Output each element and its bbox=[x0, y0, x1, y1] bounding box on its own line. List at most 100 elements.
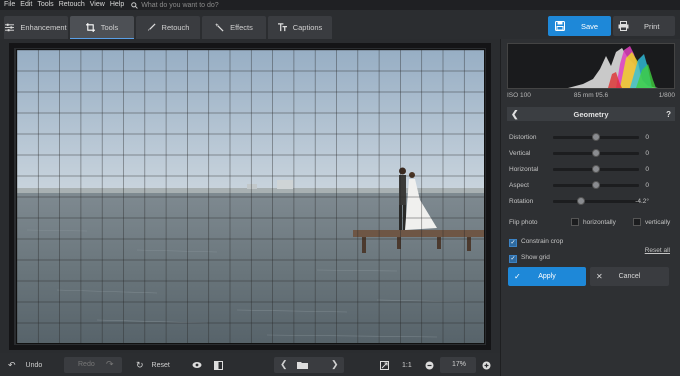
save-button[interactable]: Save bbox=[548, 16, 611, 36]
slider-value: 0 bbox=[645, 149, 649, 157]
zoom-value: 17% bbox=[452, 361, 467, 368]
reset-button[interactable]: ↻ Reset bbox=[136, 358, 170, 372]
menu-tools[interactable]: Tools bbox=[37, 0, 53, 10]
flip-horizontal-checkbox[interactable] bbox=[571, 218, 579, 226]
slider-distortion: Distortion 0 bbox=[509, 131, 673, 143]
histogram-info: ISO 100 85 mm f/5.6 1/800 bbox=[507, 92, 675, 99]
geometry-header: ❮ Geometry ? bbox=[507, 107, 675, 121]
tab-enhancement[interactable]: Enhancement bbox=[4, 16, 68, 39]
print-button[interactable]: Print bbox=[613, 16, 675, 36]
reset-label: Reset bbox=[151, 361, 170, 369]
eye-icon bbox=[192, 362, 202, 368]
slider-knob[interactable] bbox=[592, 181, 600, 189]
tab-captions[interactable]: Captions bbox=[268, 16, 332, 39]
cancel-button[interactable]: ✕ Cancel bbox=[590, 267, 669, 286]
slider-label: Vertical bbox=[509, 149, 531, 157]
previous-icon[interactable]: ❮ bbox=[280, 359, 288, 370]
slider-label: Horizontal bbox=[509, 165, 539, 173]
zoom-value-box[interactable]: 17% bbox=[440, 357, 476, 373]
fit-screen-icon bbox=[380, 360, 389, 370]
fit-to-screen-button[interactable] bbox=[380, 358, 389, 372]
apply-button[interactable]: ✓ Apply bbox=[508, 267, 586, 286]
zoom-1to1-label: 1:1 bbox=[402, 361, 412, 369]
flip-photo-row: Flip photo horizontally vertically bbox=[509, 216, 675, 228]
apply-button-label: Apply bbox=[538, 273, 556, 280]
slider-aspect: Aspect 0 bbox=[509, 179, 673, 191]
flip-vertical-checkbox[interactable] bbox=[633, 218, 641, 226]
menu-file[interactable]: File bbox=[4, 0, 15, 10]
slider-knob[interactable] bbox=[592, 133, 600, 141]
tab-retouch-label: Retouch bbox=[161, 23, 190, 32]
slider-value: 0 bbox=[645, 133, 649, 141]
magic-wand-icon bbox=[215, 23, 224, 32]
zoom-in-icon bbox=[482, 361, 491, 369]
brush-icon bbox=[147, 23, 156, 32]
tab-enhancement-label: Enhancement bbox=[20, 23, 67, 32]
tab-tools[interactable]: Tools bbox=[70, 16, 134, 39]
zoom-1to1-button[interactable]: 1:1 bbox=[402, 358, 412, 372]
slider-value: 0 bbox=[645, 165, 649, 173]
compare-icon bbox=[214, 360, 223, 370]
tab-effects-label: Effects bbox=[230, 23, 253, 32]
tab-bar: Enhancement Tools Retouch Effects Captio… bbox=[0, 10, 680, 39]
printer-icon bbox=[618, 21, 629, 31]
menu-help[interactable]: Help bbox=[110, 0, 124, 10]
slider-label: Aspect bbox=[509, 181, 529, 189]
menubar: File Edit Tools Retouch View Help What d… bbox=[0, 0, 680, 10]
help-icon[interactable]: ? bbox=[666, 110, 671, 119]
menu-edit[interactable]: Edit bbox=[20, 0, 32, 10]
constrain-crop-label: Constrain crop bbox=[521, 238, 564, 245]
next-icon[interactable]: ❯ bbox=[331, 359, 339, 370]
slider-label: Rotation bbox=[509, 197, 534, 205]
photo-preview[interactable] bbox=[16, 49, 485, 344]
zoom-out-button[interactable] bbox=[425, 358, 434, 372]
flip-photo-label: Flip photo bbox=[509, 218, 538, 226]
show-grid-checkbox[interactable] bbox=[509, 255, 517, 263]
search-box[interactable]: What do you want to do? bbox=[131, 1, 219, 9]
image-canvas[interactable] bbox=[0, 39, 500, 353]
bottom-toolbar: ↶ Undo Redo ↷ ↻ Reset ❮ ❯ 1:1 17% bbox=[0, 353, 500, 376]
close-icon: ✕ bbox=[596, 272, 603, 281]
preview-eye-button[interactable] bbox=[192, 358, 202, 372]
sliders-icon bbox=[5, 23, 15, 32]
reset-icon: ↻ bbox=[136, 359, 144, 370]
menu-retouch[interactable]: Retouch bbox=[59, 0, 85, 10]
slider-knob[interactable] bbox=[577, 197, 585, 205]
zoom-out-icon bbox=[425, 361, 434, 369]
navigation-group: ❮ ❯ bbox=[274, 357, 344, 373]
search-icon bbox=[131, 1, 139, 9]
right-panel: ISO 100 85 mm f/5.6 1/800 ❮ Geometry ? D… bbox=[500, 39, 680, 376]
menu-view[interactable]: View bbox=[90, 0, 105, 10]
histogram bbox=[507, 43, 675, 89]
tab-retouch[interactable]: Retouch bbox=[136, 16, 200, 39]
undo-icon: ↶ bbox=[8, 359, 16, 370]
back-chevron-icon[interactable]: ❮ bbox=[511, 109, 519, 120]
cancel-button-label: Cancel bbox=[618, 273, 641, 280]
text-icon bbox=[277, 23, 287, 32]
folder-icon[interactable] bbox=[297, 361, 308, 369]
flip-vertical-label: vertically bbox=[645, 218, 671, 226]
zoom-in-button[interactable] bbox=[482, 358, 491, 372]
floppy-disk-icon bbox=[555, 21, 565, 31]
check-icon: ✓ bbox=[514, 272, 521, 281]
slider-value: -4.2° bbox=[635, 197, 649, 205]
constrain-crop-checkbox[interactable] bbox=[509, 239, 517, 247]
slider-vertical: Vertical 0 bbox=[509, 147, 673, 159]
lens-value: 85 mm f/5.6 bbox=[573, 92, 609, 99]
redo-icon: ↷ bbox=[106, 359, 114, 369]
crop-icon bbox=[85, 22, 95, 32]
slider-knob[interactable] bbox=[592, 149, 600, 157]
compare-button[interactable] bbox=[214, 358, 223, 372]
show-grid-row: Show grid bbox=[509, 253, 675, 265]
redo-button[interactable]: Redo ↷ bbox=[64, 357, 122, 373]
slider-value: 0 bbox=[645, 181, 649, 189]
slider-knob[interactable] bbox=[592, 165, 600, 173]
slider-track[interactable] bbox=[553, 200, 639, 203]
slider-horizontal: Horizontal 0 bbox=[509, 163, 673, 175]
flip-horizontal-label: horizontally bbox=[583, 218, 616, 226]
undo-button[interactable]: ↶ Undo bbox=[8, 358, 42, 372]
slider-rotation: Rotation -4.2° bbox=[509, 195, 673, 207]
tab-tools-label: Tools bbox=[100, 22, 119, 32]
tab-effects[interactable]: Effects bbox=[202, 16, 266, 39]
slider-label: Distortion bbox=[509, 133, 537, 141]
